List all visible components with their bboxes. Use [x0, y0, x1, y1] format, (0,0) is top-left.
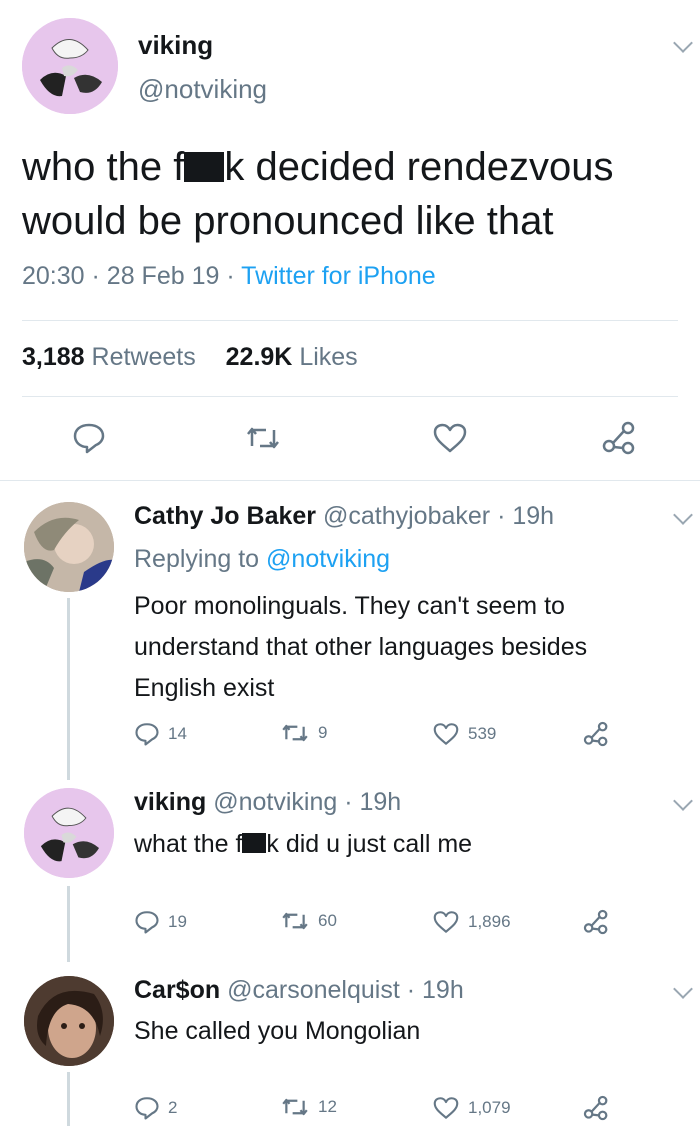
reply-header: viking @notviking · 19h: [134, 788, 401, 817]
tweet-stats: 3,188 Retweets 22.9K Likes: [22, 343, 358, 372]
handle[interactable]: @notviking: [213, 788, 337, 816]
retweet-icon: [282, 912, 308, 930]
reply-text-line: understand that other languages besides: [134, 633, 588, 661]
retweet-icon: [282, 1098, 308, 1116]
tweet-text-line: would be pronounced like that: [22, 199, 554, 243]
reply-header: Car$on @carsonelquist · 19h: [134, 976, 464, 1005]
timestamp[interactable]: · 19h: [497, 502, 554, 530]
divider: [22, 396, 678, 397]
retweet-count: 9: [318, 723, 328, 742]
retweet-icon[interactable]: [244, 424, 282, 457]
reply-text-part: k did u just call me: [266, 830, 473, 858]
reply-action[interactable]: 14: [134, 722, 187, 746]
censor-bar: [184, 152, 225, 182]
retweet-action[interactable]: 60: [280, 910, 337, 932]
like-icon: [433, 911, 459, 933]
reply-count: 2: [168, 1098, 178, 1117]
like-count: 1,079: [468, 1098, 511, 1117]
retweet-icon: [282, 724, 308, 742]
tweet-source[interactable]: Twitter for iPhone: [241, 262, 436, 290]
avatar[interactable]: [24, 502, 114, 592]
retweets-label[interactable]: Retweets: [92, 343, 196, 371]
reply-count: 14: [168, 724, 187, 743]
reply-count: 19: [168, 912, 187, 931]
tweet-time[interactable]: 20:30: [22, 262, 85, 290]
separator-dot: ·: [91, 262, 107, 290]
reply-text: She called you Mongolian: [134, 1017, 421, 1045]
like-icon: [433, 1097, 459, 1119]
likes-label[interactable]: Likes: [299, 343, 357, 371]
reply-text: what the f k did u just call me: [134, 828, 472, 860]
reply-text-part: what the f: [134, 830, 243, 858]
likes-count[interactable]: 22.9K: [226, 343, 293, 371]
reply-icon: [135, 1097, 159, 1120]
timestamp[interactable]: · 19h: [407, 976, 464, 1004]
share-icon[interactable]: [582, 1094, 610, 1127]
reply-icon: [135, 911, 159, 934]
handle[interactable]: @carsonelquist: [227, 976, 400, 1004]
avatar[interactable]: [24, 788, 114, 878]
reply-action[interactable]: 2: [134, 1096, 177, 1120]
like-count: 539: [468, 724, 497, 743]
chevron-down-icon[interactable]: [673, 979, 693, 999]
tweet-text-part: k decided rendezvous: [224, 145, 614, 189]
like-action[interactable]: 539: [432, 722, 496, 746]
display-name[interactable]: viking: [138, 30, 213, 61]
tweet-date[interactable]: 28 Feb 19: [107, 262, 220, 290]
chevron-down-icon[interactable]: [673, 33, 693, 53]
reply-icon[interactable]: [72, 422, 106, 459]
retweet-action[interactable]: 9: [280, 722, 327, 744]
reply-icon: [135, 723, 159, 746]
thread-line: [67, 1072, 70, 1126]
like-count: 1,896: [468, 912, 511, 931]
handle[interactable]: @cathyjobaker: [323, 502, 490, 530]
replying-to-label: Replying to: [134, 545, 260, 573]
thread-line: [67, 886, 70, 962]
like-action[interactable]: 1,079: [432, 1096, 511, 1120]
share-icon[interactable]: [582, 720, 610, 753]
reply-text: Poor monolinguals. They can't seem to un…: [134, 586, 587, 709]
replying-to-handle[interactable]: @notviking: [266, 545, 390, 573]
retweet-count: 60: [318, 911, 337, 930]
avatar[interactable]: [24, 976, 114, 1066]
display-name[interactable]: Cathy Jo Baker: [134, 502, 316, 530]
censor-bar: [242, 833, 267, 853]
reply-text-line: Poor monolinguals. They can't seem to: [134, 592, 565, 620]
tweet-text: who the f k decided rendezvous would be p…: [22, 140, 692, 248]
separator-dot: ·: [226, 262, 242, 290]
display-name[interactable]: viking: [134, 788, 206, 816]
retweet-action[interactable]: 12: [280, 1096, 337, 1118]
retweets-count[interactable]: 3,188: [22, 343, 85, 371]
tweet-text-part: who the f: [22, 145, 185, 189]
reply-action[interactable]: 19: [134, 910, 187, 934]
reply-header: Cathy Jo Baker @cathyjobaker · 19h: [134, 502, 554, 531]
like-icon: [433, 723, 459, 745]
tweet-meta: 20:30 · 28 Feb 19 · Twitter for iPhone: [22, 262, 436, 291]
like-icon[interactable]: [432, 422, 468, 459]
chevron-down-icon[interactable]: [673, 791, 693, 811]
divider: [0, 480, 700, 481]
replying-to: Replying to @notviking: [134, 545, 390, 574]
divider: [22, 320, 678, 321]
share-icon[interactable]: [582, 908, 610, 941]
handle[interactable]: @notviking: [138, 74, 267, 105]
retweet-count: 12: [318, 1097, 337, 1116]
timestamp[interactable]: · 19h: [344, 788, 401, 816]
thread-line: [67, 598, 70, 780]
avatar[interactable]: [22, 18, 118, 114]
like-action[interactable]: 1,896: [432, 910, 511, 934]
display-name[interactable]: Car$on: [134, 976, 220, 1004]
reply-text-line: English exist: [134, 674, 275, 702]
share-icon[interactable]: [600, 420, 638, 461]
chevron-down-icon[interactable]: [673, 505, 693, 525]
